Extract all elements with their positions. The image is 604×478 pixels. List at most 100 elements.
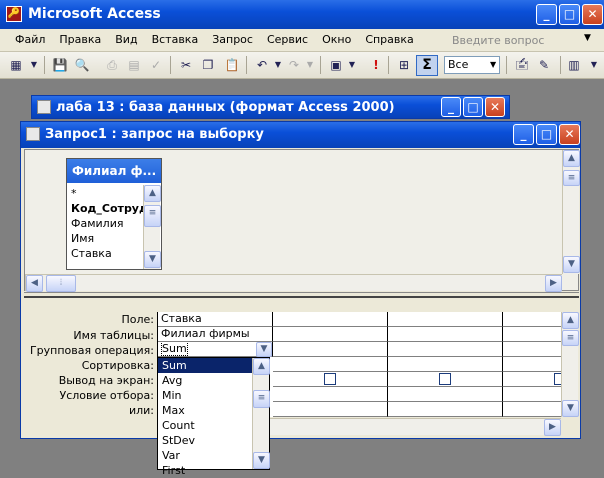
db-minimize-button[interactable]: _	[441, 97, 461, 117]
cell-field-3[interactable]	[388, 312, 503, 327]
query-close-button[interactable]: ✕	[559, 124, 580, 145]
table-box[interactable]: Филиал ф... * Код_Сотрудн Фамилия Имя Ст…	[66, 158, 162, 270]
show-table-icon[interactable]: ⊞	[396, 57, 412, 73]
menu-insert[interactable]: Вставка	[145, 29, 206, 51]
db-close-button[interactable]: ✕	[485, 97, 505, 117]
field-last-name[interactable]: Фамилия	[67, 216, 143, 231]
grid-vscroll[interactable]: ▲ ≡ ▼	[561, 312, 579, 417]
menu-file[interactable]: Файл	[8, 29, 52, 51]
minimize-button[interactable]: _	[536, 4, 557, 25]
scroll-thumb[interactable]: ⦙	[46, 275, 76, 292]
scroll-up-icon[interactable]: ▲	[562, 312, 579, 329]
query-minimize-button[interactable]: _	[513, 124, 534, 145]
cell-group-op-2[interactable]	[273, 342, 388, 357]
cell-field-1[interactable]: Ставка	[158, 312, 273, 327]
menu-tools[interactable]: Сервис	[260, 29, 315, 51]
undo-icon[interactable]: ↶	[254, 57, 270, 73]
help-search-input[interactable]: Введите вопрос	[452, 33, 582, 49]
spelling-icon[interactable]: ✓	[148, 57, 164, 73]
field-employee-code[interactable]: Код_Сотрудн	[67, 201, 155, 216]
cell-criteria-3[interactable]	[388, 387, 503, 402]
cell-or-2[interactable]	[273, 402, 388, 417]
cell-table-3[interactable]	[388, 327, 503, 342]
option-count[interactable]: Count	[158, 418, 252, 433]
cell-criteria-2[interactable]	[273, 387, 388, 402]
table-pane-vscroll[interactable]: ▲ ≡ ▼	[562, 150, 580, 274]
cell-sort-4[interactable]	[503, 357, 562, 372]
cell-table-2[interactable]	[273, 327, 388, 342]
cell-or-4[interactable]	[503, 402, 562, 417]
scroll-down-icon[interactable]: ▼	[563, 256, 580, 273]
redo-dropdown-icon[interactable]: ▼	[302, 57, 318, 73]
cell-sort-2[interactable]	[273, 357, 388, 372]
properties-icon[interactable]: 🖆	[514, 57, 530, 73]
option-min[interactable]: Min	[158, 388, 252, 403]
build-icon[interactable]: ✎	[536, 57, 552, 73]
scroll-down-icon[interactable]: ▼	[562, 400, 579, 417]
scroll-up-icon[interactable]: ▲	[563, 150, 580, 167]
query-type-dropdown-icon[interactable]: ▼	[344, 57, 360, 73]
field-all[interactable]: *	[67, 186, 143, 201]
dropdown-arrow-icon[interactable]: ▼	[26, 57, 42, 73]
print-preview-icon[interactable]: 🔍	[74, 57, 90, 73]
scroll-thumb[interactable]: ≡	[563, 170, 580, 186]
scroll-left-icon[interactable]: ◀	[26, 275, 43, 292]
cell-field-4[interactable]	[503, 312, 562, 327]
close-button[interactable]: ✕	[582, 4, 603, 25]
show-checkbox-3[interactable]	[439, 373, 451, 385]
scroll-right-icon[interactable]: ▶	[544, 419, 561, 436]
scroll-thumb[interactable]: ≡	[253, 390, 270, 408]
option-first[interactable]: First	[158, 463, 252, 478]
table-pane-hscroll[interactable]: ◀ ⦙ ▶	[25, 274, 562, 292]
query-window-title-bar[interactable]: Запрос1 : запрос на выборку _ □ ✕	[21, 122, 580, 148]
option-max[interactable]: Max	[158, 403, 252, 418]
print-icon[interactable]: ⎙	[104, 57, 120, 73]
preview-icon[interactable]: ▤	[126, 57, 142, 73]
cut-icon[interactable]: ✂	[178, 57, 194, 73]
scroll-thumb[interactable]: ≡	[562, 330, 579, 346]
scroll-down-icon[interactable]: ▼	[253, 452, 270, 469]
cell-criteria-4[interactable]	[503, 387, 562, 402]
group-op-dropdown-list[interactable]: Sum Avg Min Max Count StDev Var First ▲ …	[157, 357, 270, 477]
help-dropdown-icon[interactable]: ▼	[584, 33, 591, 43]
option-var[interactable]: Var	[158, 448, 252, 463]
run-icon[interactable]: !	[368, 57, 384, 73]
redo-icon[interactable]: ↷	[286, 57, 302, 73]
top-values-dropdown-icon[interactable]: ▼	[490, 60, 496, 69]
group-op-dropdown-icon[interactable]: ▼	[256, 342, 272, 357]
query-type-icon[interactable]: ▣	[328, 57, 344, 73]
copy-icon[interactable]: ❐	[200, 57, 216, 73]
menu-query[interactable]: Запрос	[205, 29, 260, 51]
toolbar-options-icon[interactable]: ▼	[586, 57, 602, 73]
maximize-button[interactable]: □	[559, 4, 580, 25]
option-avg[interactable]: Avg	[158, 373, 252, 388]
show-checkbox-2[interactable]	[324, 373, 336, 385]
query-maximize-button[interactable]: □	[536, 124, 557, 145]
scroll-down-icon[interactable]: ▼	[144, 251, 161, 268]
menu-edit[interactable]: Правка	[52, 29, 108, 51]
scroll-up-icon[interactable]: ▲	[144, 185, 161, 202]
db-window-title-bar[interactable]: лаба 13 : база данных (формат Access 200…	[31, 95, 510, 119]
cell-table-1[interactable]: Филиал фирмы	[158, 327, 273, 342]
field-rate[interactable]: Ставка	[67, 246, 143, 261]
pane-splitter[interactable]	[24, 292, 579, 298]
dropdown-scrollbar[interactable]: ▲ ≡ ▼	[252, 358, 270, 469]
field-first-name[interactable]: Имя	[67, 231, 143, 246]
cell-field-2[interactable]	[273, 312, 388, 327]
cell-table-4[interactable]	[503, 327, 562, 342]
table-box-title[interactable]: Филиал ф...	[67, 159, 161, 183]
option-stdev[interactable]: StDev	[158, 433, 252, 448]
db-maximize-button[interactable]: □	[463, 97, 483, 117]
view-icon[interactable]: ▦	[8, 57, 24, 73]
scroll-right-icon[interactable]: ▶	[545, 275, 562, 292]
database-window-icon[interactable]: ▥	[566, 57, 582, 73]
table-box-scrollbar[interactable]: ▲ ≡ ▼	[143, 185, 161, 269]
cell-sort-3[interactable]	[388, 357, 503, 372]
paste-icon[interactable]: 📋	[224, 57, 240, 73]
save-icon[interactable]: 💾	[52, 57, 68, 73]
cell-group-op-3[interactable]	[388, 342, 503, 357]
cell-or-3[interactable]	[388, 402, 503, 417]
scroll-up-icon[interactable]: ▲	[253, 358, 270, 375]
cell-group-op-4[interactable]	[503, 342, 562, 357]
scroll-thumb[interactable]: ≡	[144, 205, 161, 227]
